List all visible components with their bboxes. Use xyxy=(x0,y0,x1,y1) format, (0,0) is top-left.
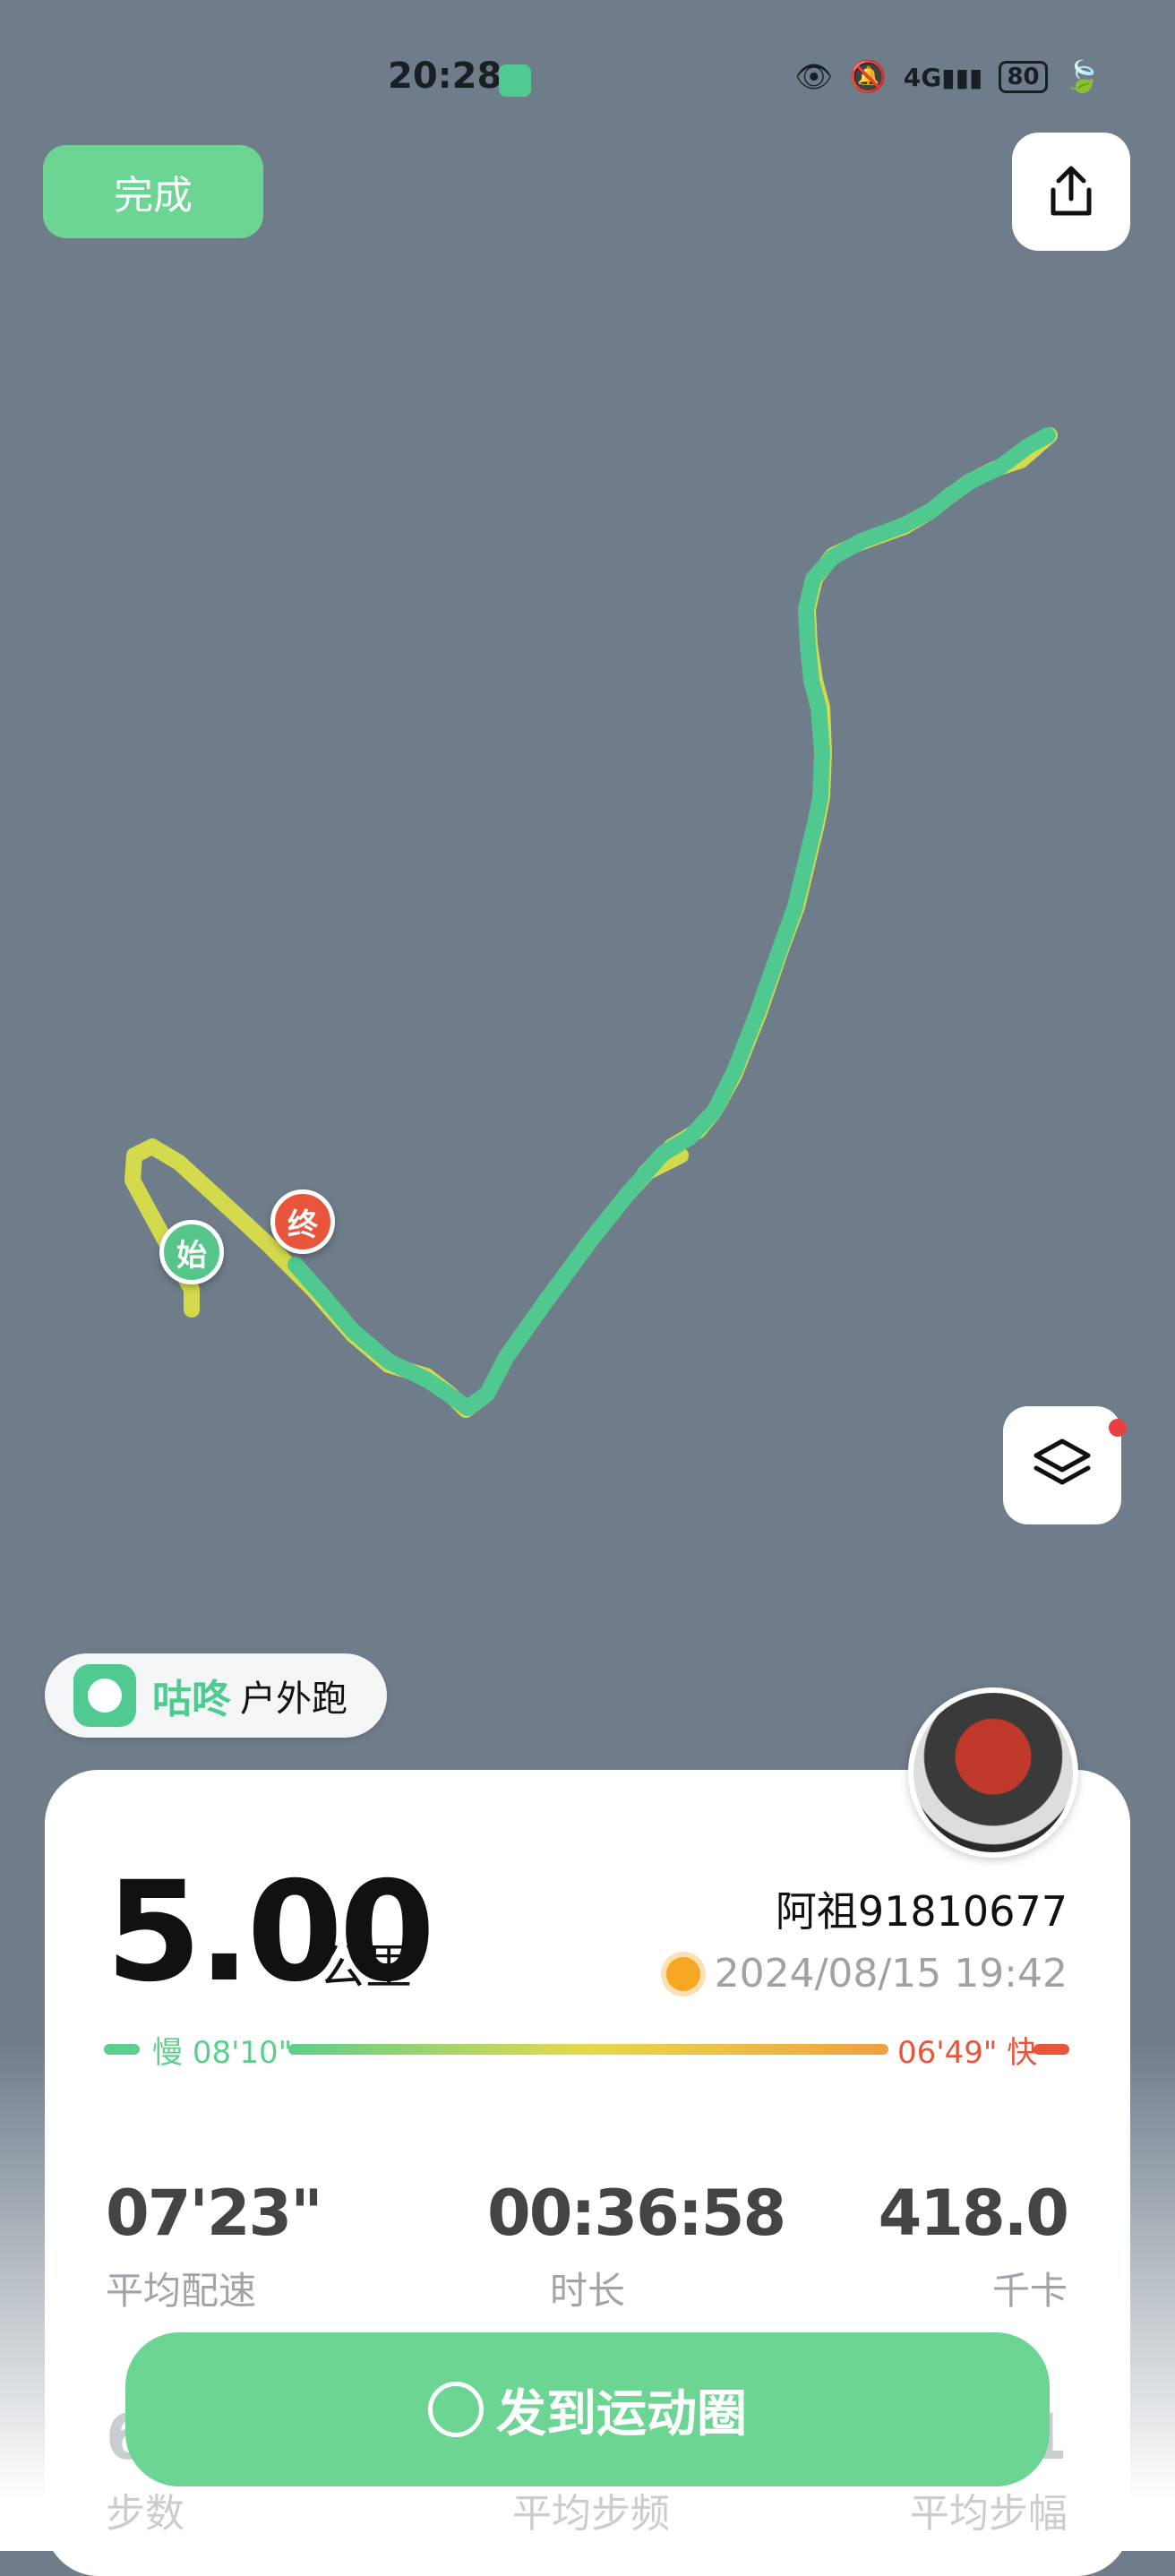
end-marker[interactable]: 终 xyxy=(270,1189,335,1254)
stat-value: 07'23" xyxy=(106,2177,323,2250)
pace-slow-text: 慢 08'10" xyxy=(152,2028,292,2072)
stat-value: 00:36:58 xyxy=(487,2177,786,2250)
stat-avg-pace: 07'23" 平均配速 xyxy=(106,2177,323,2315)
layers-icon xyxy=(1033,1438,1091,1485)
stat-stride-label: 平均步幅 xyxy=(910,2491,1068,2537)
route-map xyxy=(124,427,1058,1418)
notification-dot xyxy=(1109,1419,1127,1437)
share-icon xyxy=(1051,166,1092,216)
pace-gradient-bar xyxy=(288,2044,888,2055)
pace-fast-label: 快 xyxy=(1007,2035,1038,2071)
activity-type: 户外跑 xyxy=(240,1679,347,1720)
post-label: 发到运动圈 xyxy=(496,2384,747,2443)
sun-icon xyxy=(665,1956,700,1991)
date-row: 2024/08/15 19:42 xyxy=(665,1951,1068,1996)
codoon-logo-icon xyxy=(73,1664,136,1727)
route-line xyxy=(287,427,1056,1416)
stat-calories: 418.0 千卡 xyxy=(878,2177,1069,2315)
route-line-raw xyxy=(124,427,1058,1418)
start-marker[interactable]: 始 xyxy=(159,1220,224,1284)
layers-button[interactable] xyxy=(1003,1406,1121,1524)
done-button[interactable]: 完成 xyxy=(43,145,263,238)
stat-value: 418.0 xyxy=(878,2177,1069,2250)
pace-fast-value: 06'49" xyxy=(897,2035,998,2071)
pace-fast-text: 06'49" 快 xyxy=(897,2028,1037,2072)
stat-label: 千卡 xyxy=(991,2269,1068,2313)
distance-unit: 公里 xyxy=(319,1941,413,1995)
pace-slow-value: 08'10" xyxy=(192,2035,293,2071)
pace-fast-swatch xyxy=(1033,2044,1069,2055)
brand-name: 咕咚 xyxy=(152,1677,231,1722)
stat-label: 平均配速 xyxy=(106,2269,257,2313)
pace-slow-label: 慢 xyxy=(152,2035,183,2071)
pace-slow-swatch xyxy=(104,2044,140,2055)
stat-label: 时长 xyxy=(549,2269,625,2313)
activity-datetime: 2024/08/15 19:42 xyxy=(714,1951,1068,1996)
stat-cadence-label: 平均步频 xyxy=(512,2491,670,2537)
pace-legend: 慢 08'10" 06'49" 快 xyxy=(104,2026,1071,2071)
avatar[interactable] xyxy=(908,1687,1078,1858)
stat-duration: 00:36:58 时长 xyxy=(487,2177,786,2315)
chat-bubble-icon xyxy=(428,2382,484,2437)
share-button[interactable] xyxy=(1012,133,1130,251)
username: 阿祖91810677 xyxy=(775,1887,1068,1936)
post-to-feed-button[interactable]: 发到运动圈 xyxy=(125,2332,1050,2486)
stat-steps-label: 步数 xyxy=(106,2491,184,2537)
brand-pill: 咕咚 户外跑 xyxy=(45,1653,387,1738)
